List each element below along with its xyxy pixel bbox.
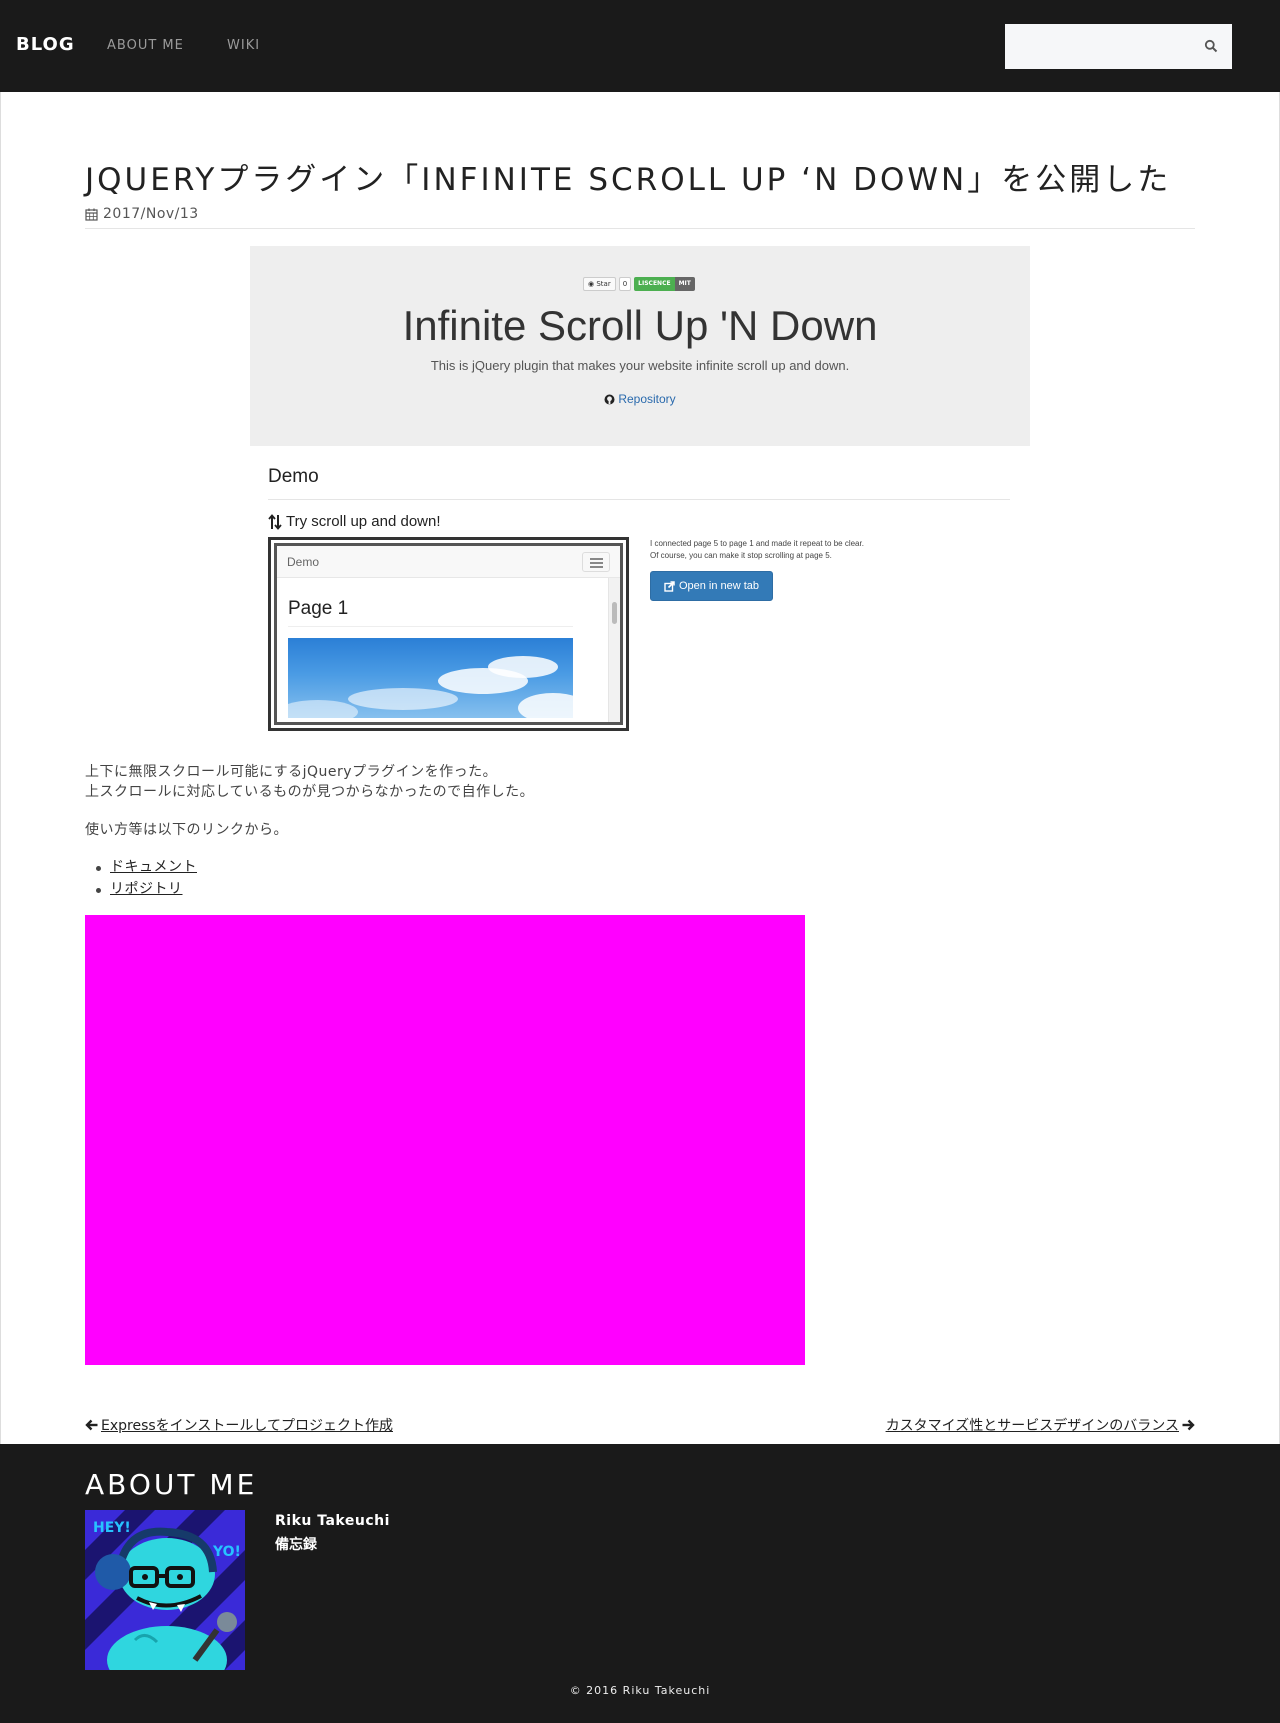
- author-avatar: HEY! YO!: [85, 1510, 245, 1670]
- demo-note-line-2: Of course, you can make it stop scrollin…: [650, 551, 832, 560]
- link-list: ドキュメント リポジトリ: [96, 856, 197, 900]
- github-badges: ◉ Star 0 LISCENCE MIT: [583, 277, 695, 291]
- copyright: © 2016 Riku Takeuchi: [569, 1684, 711, 1697]
- documentation-link[interactable]: ドキュメント: [110, 859, 197, 875]
- github-icon: [604, 394, 615, 404]
- demo-heading: Demo: [268, 466, 319, 487]
- arrow-left-icon: [85, 1419, 98, 1431]
- try-heading-text: Try scroll up and down!: [286, 513, 441, 530]
- footer-title: ABOUT ME: [85, 1468, 258, 1501]
- previous-post-title: Expressをインストールしてプロジェクト作成: [101, 1418, 393, 1434]
- next-post-title: カスタマイズ性とサービスデザインのバランス: [885, 1418, 1179, 1434]
- svg-text:YO!: YO!: [212, 1544, 241, 1560]
- external-link-icon: [664, 580, 675, 592]
- nav-about-me[interactable]: ABOUT ME: [107, 38, 184, 53]
- demo-iframe-inner: Demo Page 1: [274, 543, 623, 725]
- search-box: [1005, 24, 1232, 69]
- star-label: Star: [596, 280, 611, 288]
- licence-badge: LISCENCE MIT: [634, 277, 695, 291]
- demo-iframe: Demo Page 1: [268, 537, 629, 731]
- licence-value: MIT: [674, 277, 695, 291]
- paragraph-line-2: 上スクロールに対応しているものが見つからなかったので自作した。: [85, 784, 535, 800]
- footer: ABOUT ME HEY! YO! Riku Takeuchi 備忘録 © 20…: [0, 1444, 1280, 1723]
- try-heading: Try scroll up and down!: [268, 513, 441, 530]
- next-post-link[interactable]: カスタマイズ性とサービスデザインのバランス: [886, 1415, 1195, 1435]
- hamburger-icon: [582, 552, 610, 572]
- open-new-tab-label: Open in new tab: [678, 580, 760, 592]
- author-bio: 備忘録: [275, 1537, 317, 1553]
- calendar-icon: [85, 208, 98, 221]
- repository-link: Repository: [250, 392, 1030, 406]
- author-name: Riku Takeuchi: [275, 1513, 390, 1529]
- demo-page-divider: [288, 626, 573, 627]
- github-star-badge: ◉ Star: [583, 277, 616, 291]
- brand-link[interactable]: BLOG: [16, 34, 75, 55]
- search-button[interactable]: [1200, 36, 1222, 58]
- list-item: リポジトリ: [96, 878, 197, 900]
- screenshot-hero: ◉ Star 0 LISCENCE MIT Infinite Scroll Up…: [250, 246, 1030, 446]
- post-paragraph-1: 上下に無限スクロール可能にするjQueryプラグインを作った。 上スクロールに対…: [85, 762, 534, 802]
- title-divider: [85, 228, 1195, 229]
- open-new-tab-button: Open in new tab: [650, 571, 773, 601]
- search-input[interactable]: [1005, 24, 1185, 69]
- demo-scrollbar-thumb: [612, 602, 617, 624]
- search-icon: [1204, 39, 1218, 52]
- svg-text:HEY!: HEY!: [93, 1520, 131, 1536]
- demo-divider: [268, 499, 1010, 500]
- github-icon: ◉: [588, 280, 595, 288]
- paragraph-line-1: 上下に無限スクロール可能にするjQueryプラグインを作った。: [85, 764, 498, 780]
- post-title: JQUERYプラグイン「INFINITE SCROLL UP ‘N DOWN」を…: [85, 162, 1172, 198]
- demo-scrollbar: [608, 578, 620, 722]
- arrow-right-icon: [1182, 1419, 1195, 1431]
- nav-wiki[interactable]: WIKI: [227, 38, 260, 53]
- sort-arrows-icon: [268, 513, 282, 530]
- previous-post-link[interactable]: Expressをインストールしてプロジェクト作成: [85, 1415, 393, 1435]
- plugin-screenshot: ◉ Star 0 LISCENCE MIT Infinite Scroll Up…: [250, 246, 1030, 734]
- post-date-text: 2017/Nov/13: [103, 206, 199, 222]
- licence-label: LISCENCE: [634, 277, 675, 291]
- repository-page-link[interactable]: リポジトリ: [110, 881, 183, 897]
- demo-navbar: Demo: [277, 546, 620, 578]
- star-count-badge: 0: [618, 277, 632, 291]
- sky-image: [288, 638, 573, 718]
- repository-link-text: Repository: [618, 392, 676, 406]
- hero-title: Infinite Scroll Up 'N Down: [402, 302, 878, 349]
- demo-note-line-1: I connected page 5 to page 1 and made it…: [650, 539, 864, 548]
- demo-note: I connected page 5 to page 1 and made it…: [650, 538, 864, 562]
- embedded-media-placeholder: [85, 915, 805, 1365]
- post-date: 2017/Nov/13: [85, 206, 199, 222]
- post-paragraph-2: 使い方等は以下のリンクから。: [85, 822, 288, 838]
- list-item: ドキュメント: [96, 856, 197, 878]
- top-navbar: BLOG ABOUT ME WIKI: [0, 0, 1280, 92]
- demo-brand: Demo: [287, 555, 320, 569]
- demo-page-title: Page 1: [288, 598, 349, 619]
- hero-subtitle: This is jQuery plugin that makes your we…: [430, 358, 850, 373]
